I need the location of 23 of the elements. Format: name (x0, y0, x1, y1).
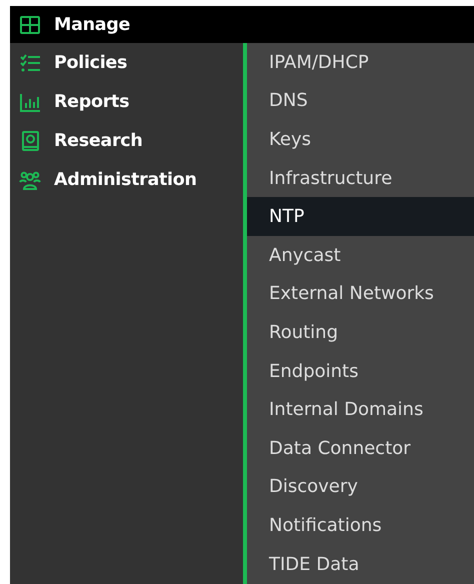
sidebar-item[interactable]: Administration (10, 160, 243, 199)
submenu-item[interactable]: Discovery (247, 468, 474, 506)
sidebar-item[interactable]: Manage (10, 6, 474, 43)
submenu-item[interactable]: Anycast (247, 236, 474, 275)
book-icon (19, 130, 41, 152)
submenu-item[interactable]: DNS (247, 82, 474, 120)
checklist-icon (19, 52, 41, 74)
grid-icon (19, 14, 41, 36)
submenu-item[interactable]: External Networks (247, 274, 474, 314)
sidebar-item[interactable]: Research (10, 121, 243, 160)
submenu-item[interactable]: Endpoints (247, 352, 474, 390)
people-icon (19, 168, 41, 190)
sidebar-item[interactable]: Policies (10, 43, 243, 82)
sidebar-item[interactable]: Reports (10, 82, 243, 121)
submenu-item[interactable]: Data Connector (247, 428, 474, 468)
submenu-item[interactable]: Infrastructure (247, 158, 474, 198)
submenu-item[interactable]: IPAM/DHCP (247, 43, 474, 82)
submenu-item[interactable]: Internal Domains (247, 390, 474, 429)
submenu-item[interactable]: Notifications (247, 506, 474, 545)
submenu-item[interactable]: TIDE Data (247, 544, 474, 584)
submenu-item[interactable]: Keys (247, 120, 474, 159)
submenu-item[interactable]: NTP (247, 197, 474, 236)
submenu-item[interactable]: Routing (247, 313, 474, 352)
